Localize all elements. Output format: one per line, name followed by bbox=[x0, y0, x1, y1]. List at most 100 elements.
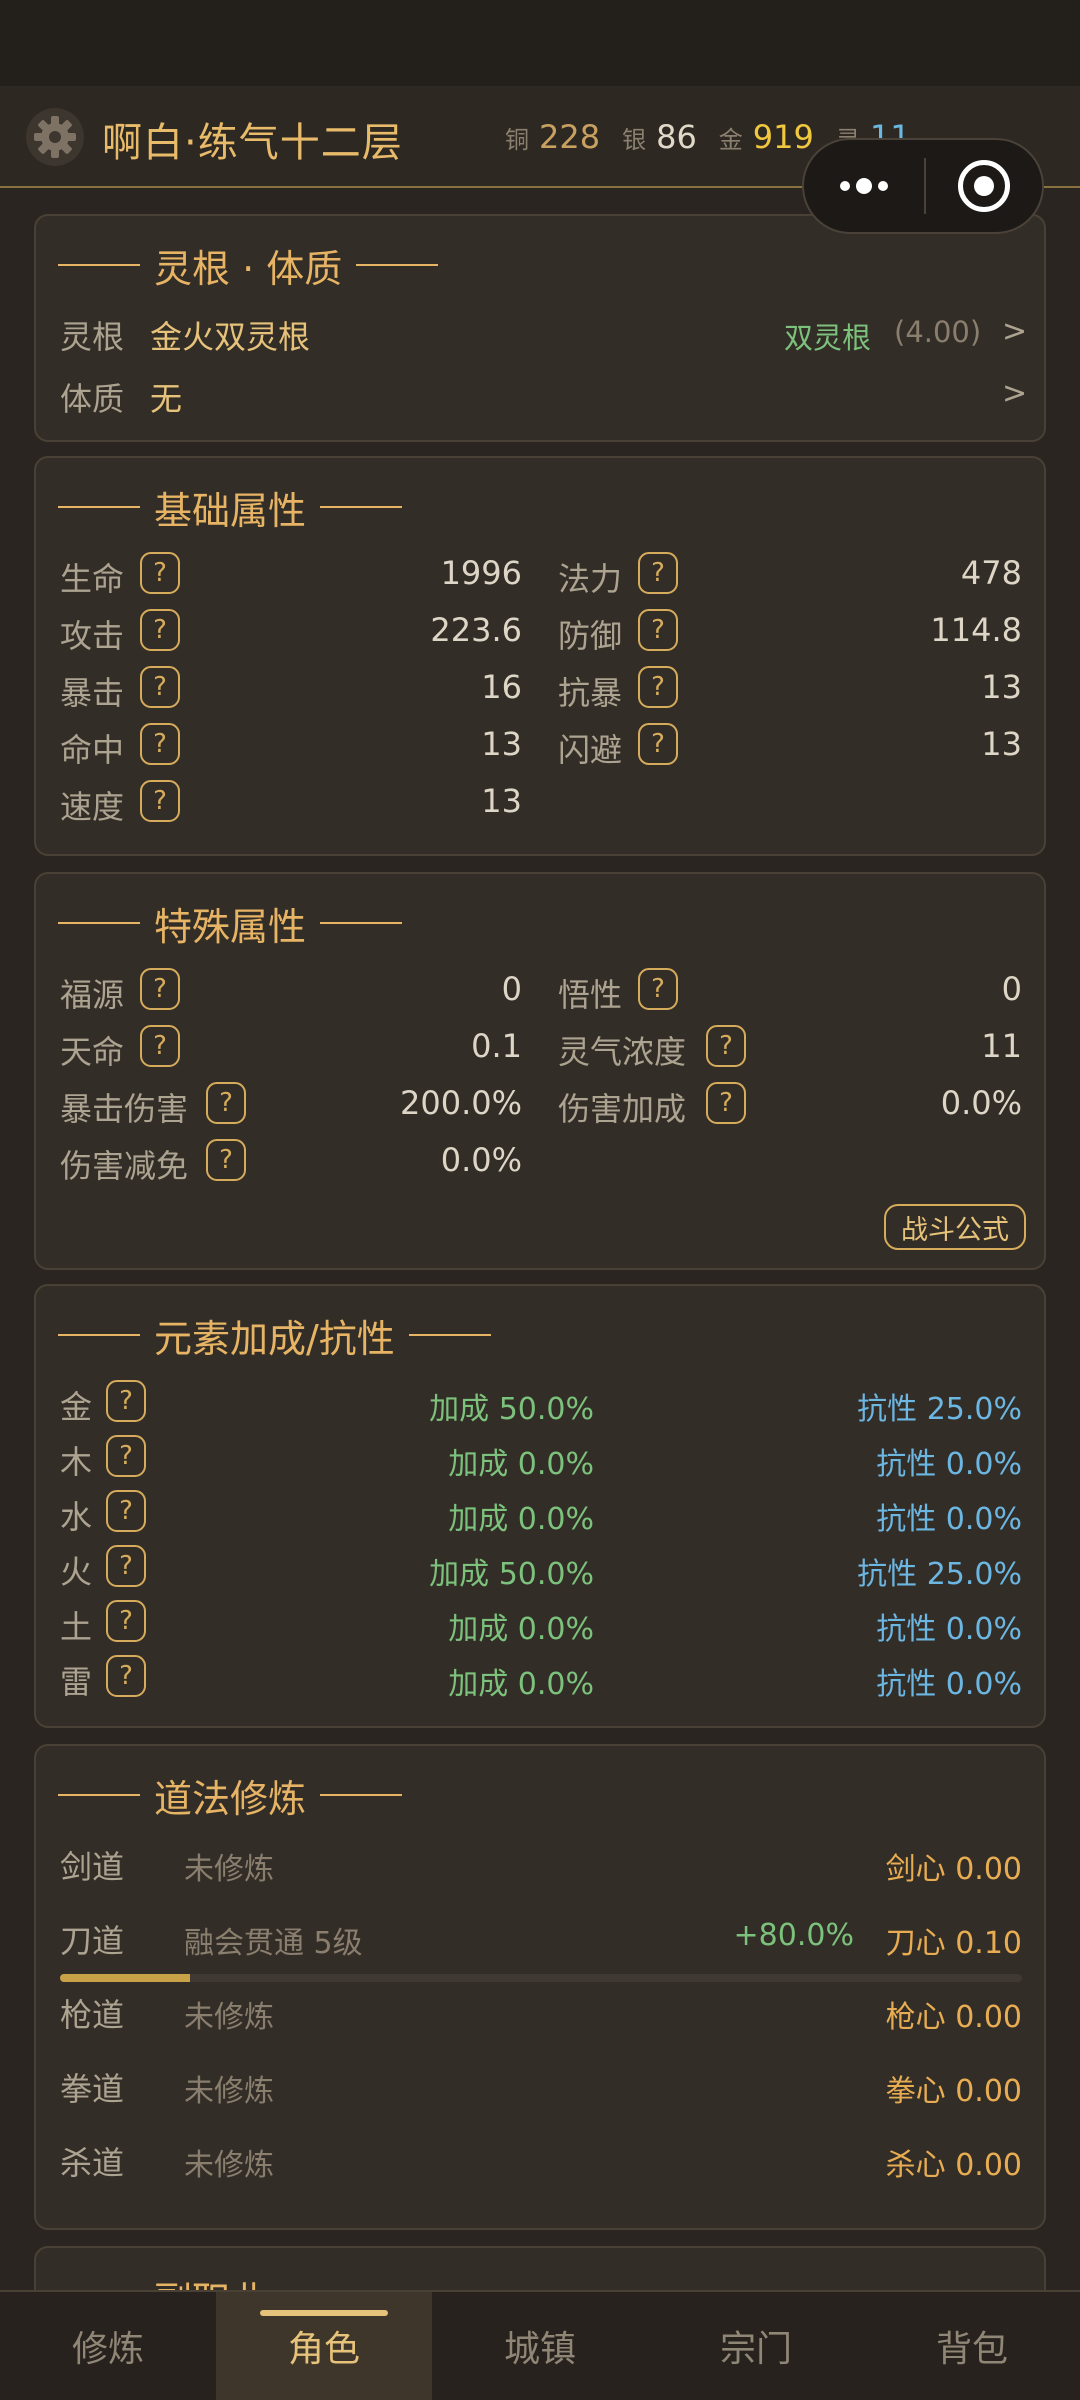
dao-progress-fill bbox=[60, 1974, 190, 1982]
element-bonus: 加成 50.0% bbox=[429, 1557, 594, 1592]
element-label: 雷 bbox=[60, 1663, 93, 1701]
character-title: 啊白·练气十二层 bbox=[102, 120, 403, 166]
battle-formula-button[interactable]: 战斗公式 bbox=[884, 1204, 1026, 1250]
help-icon[interactable]: ? bbox=[638, 968, 678, 1010]
help-icon[interactable]: ? bbox=[706, 1082, 746, 1124]
root-arrow[interactable]: > bbox=[1002, 314, 1027, 349]
dao-cultivation-card: 道法修炼 剑道 未修炼 剑心 0.00 刀道 融会贯通 5级 +80.0% 刀心… bbox=[34, 1744, 1046, 2230]
element-resist: 抗性 25.0% bbox=[857, 1392, 1022, 1427]
card-title: 灵根 · 体质 bbox=[58, 240, 439, 291]
element-resist: 抗性 0.0% bbox=[876, 1502, 1022, 1537]
stat-value: 0.0% bbox=[440, 1141, 522, 1179]
tab-character[interactable]: 角色 bbox=[216, 2292, 432, 2400]
stat-label: 生命 bbox=[60, 560, 125, 598]
base-attributes-card: 基础属性 生命 ? 1996 法力 ? 478 攻击 ? 223.6 防御 ? … bbox=[34, 456, 1046, 856]
dao-heart: 剑心 0.00 bbox=[885, 1852, 1022, 1887]
tab-town[interactable]: 城镇 bbox=[432, 2292, 648, 2400]
stat-label: 悟性 bbox=[558, 976, 623, 1014]
help-icon[interactable]: ? bbox=[106, 1545, 146, 1587]
dao-label: 拳道 bbox=[60, 2070, 125, 2108]
root-tag: 双灵根 bbox=[784, 321, 872, 355]
help-icon[interactable]: ? bbox=[140, 1025, 180, 1067]
help-icon[interactable]: ? bbox=[638, 723, 678, 765]
gear-icon[interactable] bbox=[26, 108, 84, 166]
stat-label: 灵气浓度 bbox=[558, 1033, 687, 1071]
help-icon[interactable]: ? bbox=[106, 1490, 146, 1532]
help-icon[interactable]: ? bbox=[106, 1655, 146, 1697]
dao-status: 未修炼 bbox=[184, 1852, 274, 1887]
stat-value: 13 bbox=[481, 725, 522, 763]
help-icon[interactable]: ? bbox=[140, 968, 180, 1010]
element-label: 水 bbox=[60, 1498, 93, 1536]
element-bonus: 加成 0.0% bbox=[448, 1612, 594, 1647]
dao-status: 未修炼 bbox=[184, 2000, 274, 2035]
root-value: 金火双灵根 bbox=[150, 318, 311, 356]
stat-label: 速度 bbox=[60, 788, 125, 826]
root-label: 灵根 bbox=[60, 318, 125, 356]
help-icon[interactable]: ? bbox=[638, 609, 678, 651]
help-icon[interactable]: ? bbox=[206, 1082, 246, 1124]
more-dots-icon[interactable] bbox=[804, 140, 924, 232]
stat-value: 11 bbox=[981, 1027, 1022, 1065]
stat-value: 13 bbox=[981, 725, 1022, 763]
help-icon[interactable]: ? bbox=[106, 1600, 146, 1642]
tab-bag[interactable]: 背包 bbox=[864, 2292, 1080, 2400]
help-icon[interactable]: ? bbox=[638, 552, 678, 594]
target-close-icon[interactable] bbox=[926, 140, 1042, 232]
constitution-label: 体质 bbox=[60, 380, 125, 418]
stat-value: 13 bbox=[981, 668, 1022, 706]
root-constitution-card: 灵根 · 体质 灵根 金火双灵根 双灵根 (4.00) > 体质 无 > bbox=[34, 214, 1046, 442]
tab-cultivate[interactable]: 修炼 bbox=[0, 2292, 216, 2400]
stat-label: 法力 bbox=[558, 560, 623, 598]
constitution-arrow[interactable]: > bbox=[1002, 376, 1027, 411]
stat-label: 命中 bbox=[60, 731, 125, 769]
element-resist: 抗性 25.0% bbox=[857, 1557, 1022, 1592]
silver-label: 银 bbox=[622, 126, 647, 154]
card-title: 道法修炼 bbox=[58, 1770, 403, 1821]
tab-sect[interactable]: 宗门 bbox=[648, 2292, 864, 2400]
gold-label: 金 bbox=[718, 126, 743, 154]
element-bonus: 加成 0.0% bbox=[448, 1502, 594, 1537]
help-icon[interactable]: ? bbox=[140, 666, 180, 708]
stat-value: 0 bbox=[1001, 970, 1022, 1008]
stat-value: 1996 bbox=[440, 554, 522, 592]
help-icon[interactable]: ? bbox=[140, 780, 180, 822]
help-icon[interactable]: ? bbox=[206, 1139, 246, 1181]
dao-heart: 拳心 0.00 bbox=[885, 2074, 1022, 2109]
help-icon[interactable]: ? bbox=[106, 1435, 146, 1477]
stat-value: 223.6 bbox=[430, 611, 522, 649]
element-resist: 抗性 0.0% bbox=[876, 1447, 1022, 1482]
miniprogram-capsule bbox=[802, 138, 1044, 234]
card-title: 元素加成/抗性 bbox=[58, 1310, 491, 1361]
help-icon[interactable]: ? bbox=[106, 1380, 146, 1422]
stat-label: 福源 bbox=[60, 976, 125, 1014]
dao-heart: 刀心 0.10 bbox=[885, 1926, 1022, 1961]
copper-label: 铜 bbox=[505, 126, 529, 154]
stat-label: 伤害加成 bbox=[558, 1090, 687, 1128]
dao-label: 枪道 bbox=[60, 1996, 125, 2034]
stat-label: 天命 bbox=[60, 1033, 125, 1071]
stat-value: 16 bbox=[481, 668, 522, 706]
dao-status: 未修炼 bbox=[184, 2148, 274, 2183]
stat-value: 13 bbox=[481, 782, 522, 820]
element-label: 木 bbox=[60, 1443, 93, 1481]
bottom-tab-bar: 修炼 角色 城镇 宗门 背包 bbox=[0, 2290, 1080, 2400]
element-resist: 抗性 0.0% bbox=[876, 1612, 1022, 1647]
element-resist: 抗性 0.0% bbox=[876, 1667, 1022, 1702]
dao-heart: 杀心 0.00 bbox=[885, 2148, 1022, 2183]
root-score: (4.00) bbox=[894, 315, 982, 349]
status-bar bbox=[0, 0, 1080, 86]
help-icon[interactable]: ? bbox=[140, 723, 180, 765]
help-icon[interactable]: ? bbox=[638, 666, 678, 708]
help-icon[interactable]: ? bbox=[140, 552, 180, 594]
dao-status: 融会贯通 5级 bbox=[184, 1926, 363, 1961]
element-label: 金 bbox=[60, 1388, 93, 1426]
stat-value: 0.1 bbox=[471, 1027, 522, 1065]
copper-value: 228 bbox=[539, 118, 601, 156]
help-icon[interactable]: ? bbox=[140, 609, 180, 651]
silver-value: 86 bbox=[656, 118, 697, 156]
special-attributes-card: 特殊属性 福源 ? 0 悟性 ? 0 天命 ? 0.1 灵气浓度 ? 11 暴击… bbox=[34, 872, 1046, 1270]
help-icon[interactable]: ? bbox=[706, 1025, 746, 1067]
dao-bonus: +80.0% bbox=[733, 1918, 854, 1953]
stat-value: 0.0% bbox=[940, 1084, 1022, 1122]
